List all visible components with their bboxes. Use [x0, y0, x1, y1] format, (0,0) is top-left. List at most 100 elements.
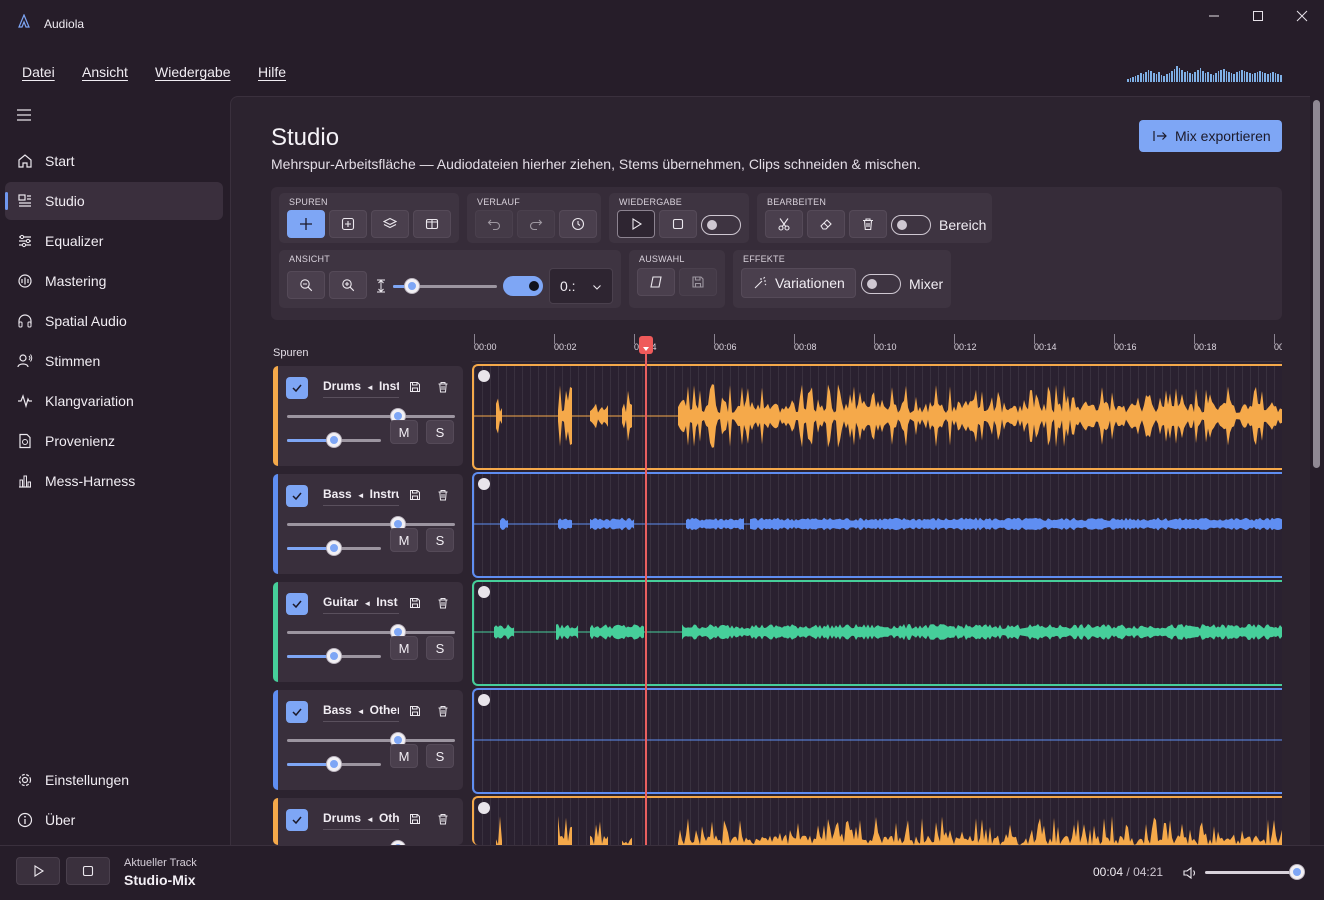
hamburger-menu-icon[interactable]: [16, 108, 32, 122]
menu-wiedergabe[interactable]: Wiedergabe: [155, 64, 231, 80]
scrollbar[interactable]: [1313, 100, 1320, 468]
select-region-button[interactable]: [637, 268, 675, 296]
ruler-tick-label: 00:02: [554, 342, 577, 352]
delete-track-button[interactable]: [436, 704, 450, 718]
add-track-button[interactable]: [287, 210, 325, 238]
zoom-in-button[interactable]: [329, 271, 367, 299]
view-toggle[interactable]: [503, 276, 543, 296]
chart-icon: [17, 473, 33, 489]
track-lane[interactable]: [472, 796, 1282, 845]
track-header: Bass ◄ Instru M S: [273, 474, 463, 574]
track-name: Guitar ◄ Inst: [323, 595, 399, 609]
player-stop-button[interactable]: [66, 857, 110, 885]
history-button[interactable]: [559, 210, 597, 238]
mute-button[interactable]: M: [390, 528, 418, 552]
clip-handle[interactable]: [478, 802, 490, 814]
nav-item-start[interactable]: Start: [5, 142, 223, 180]
nav-item-provenienz[interactable]: Provenienz: [5, 422, 223, 460]
nav-item-equalizer[interactable]: Equalizer: [5, 222, 223, 260]
waveform: [474, 624, 1282, 640]
menu-ansicht[interactable]: Ansicht: [82, 64, 128, 80]
mixer-toggle[interactable]: [861, 274, 901, 294]
track-enable-checkbox[interactable]: [286, 701, 308, 723]
mute-button[interactable]: M: [390, 744, 418, 768]
nav-item-studio[interactable]: Studio: [5, 182, 223, 220]
visualizer-bar: [1280, 75, 1282, 82]
player-play-button[interactable]: [16, 857, 60, 885]
volume-icon[interactable]: [1182, 866, 1198, 880]
volume-slider-thumb[interactable]: [1290, 865, 1305, 879]
visualizer-bar: [1238, 71, 1241, 82]
clip-handle[interactable]: [478, 478, 490, 490]
track-lane[interactable]: [472, 364, 1282, 470]
track-enable-checkbox[interactable]: [286, 377, 308, 399]
nav-item-einstellungen[interactable]: Einstellungen: [5, 761, 223, 799]
nav-item-label: Mess-Harness: [45, 473, 136, 489]
visualizer-bar: [1152, 73, 1155, 82]
cut-button[interactable]: [765, 210, 803, 238]
close-icon[interactable]: [1284, 6, 1320, 26]
track-enable-checkbox[interactable]: [286, 593, 308, 615]
clip-handle[interactable]: [478, 694, 490, 706]
variations-button[interactable]: Variationen: [741, 268, 856, 298]
delete-track-button[interactable]: [436, 488, 450, 502]
ruler-tick-label: 00:06: [714, 342, 737, 352]
track-enable-checkbox[interactable]: [286, 485, 308, 507]
solo-button[interactable]: S: [426, 528, 454, 552]
save-track-button[interactable]: [408, 596, 422, 610]
track-pan-slider[interactable]: [327, 649, 341, 663]
export-mix-button[interactable]: Mix exportieren: [1139, 120, 1282, 152]
stop-button[interactable]: [659, 210, 697, 238]
range-toggle[interactable]: [891, 215, 931, 235]
solo-button[interactable]: S: [426, 636, 454, 660]
save-track-button[interactable]: [408, 704, 422, 718]
undo-button[interactable]: [475, 210, 513, 238]
mute-button[interactable]: M: [390, 420, 418, 444]
track-pan-slider[interactable]: [327, 433, 341, 447]
playhead-handle[interactable]: [639, 336, 653, 354]
track-lane[interactable]: [472, 472, 1282, 578]
visualizer-bar: [1160, 75, 1163, 82]
clip-handle[interactable]: [478, 586, 490, 598]
play-button[interactable]: [617, 210, 655, 238]
nav-item-stimmen[interactable]: Stimmen: [5, 342, 223, 380]
delete-track-button[interactable]: [436, 596, 450, 610]
trash-icon: [438, 814, 448, 825]
save-selection-button[interactable]: [679, 268, 717, 296]
nav-item-ueber[interactable]: Über: [5, 801, 223, 839]
nav-item-spatial-audio[interactable]: Spatial Audio: [5, 302, 223, 340]
delete-track-button[interactable]: [436, 380, 450, 394]
nav-item-klangvariation[interactable]: Klangvariation: [5, 382, 223, 420]
track-lane[interactable]: [472, 580, 1282, 686]
maximize-icon[interactable]: [1240, 6, 1276, 26]
track-enable-checkbox[interactable]: [286, 809, 308, 831]
track-pan-slider[interactable]: [327, 541, 341, 555]
current-track-label: Aktueller Track: [124, 857, 197, 869]
track-lane[interactable]: [472, 688, 1282, 794]
delete-button[interactable]: [849, 210, 887, 238]
zoom-slider-thumb[interactable]: [404, 279, 419, 293]
redo-button[interactable]: [517, 210, 555, 238]
clip-handle[interactable]: [478, 370, 490, 382]
save-track-button[interactable]: [408, 380, 422, 394]
zoom-combo[interactable]: 0.:: [549, 268, 613, 304]
add-file-button[interactable]: [329, 210, 367, 238]
loop-toggle[interactable]: [701, 215, 741, 235]
menu-datei[interactable]: Datei: [22, 64, 55, 80]
nav-item-mastering[interactable]: Mastering: [5, 262, 223, 300]
save-track-button[interactable]: [408, 488, 422, 502]
save-track-button[interactable]: [408, 812, 422, 826]
solo-button[interactable]: S: [426, 744, 454, 768]
solo-button[interactable]: S: [426, 420, 454, 444]
minimize-icon[interactable]: [1196, 6, 1232, 26]
erase-button[interactable]: [807, 210, 845, 238]
zoom-out-button[interactable]: [287, 271, 325, 299]
nav-item-mess-harness[interactable]: Mess-Harness: [5, 462, 223, 500]
menu-hilfe[interactable]: Hilfe: [258, 64, 286, 80]
track-pan-slider[interactable]: [327, 757, 341, 771]
mute-button[interactable]: M: [390, 636, 418, 660]
playhead[interactable]: [645, 346, 647, 845]
delete-track-button[interactable]: [436, 812, 450, 826]
split-view-button[interactable]: [413, 210, 451, 238]
stems-button[interactable]: [371, 210, 409, 238]
